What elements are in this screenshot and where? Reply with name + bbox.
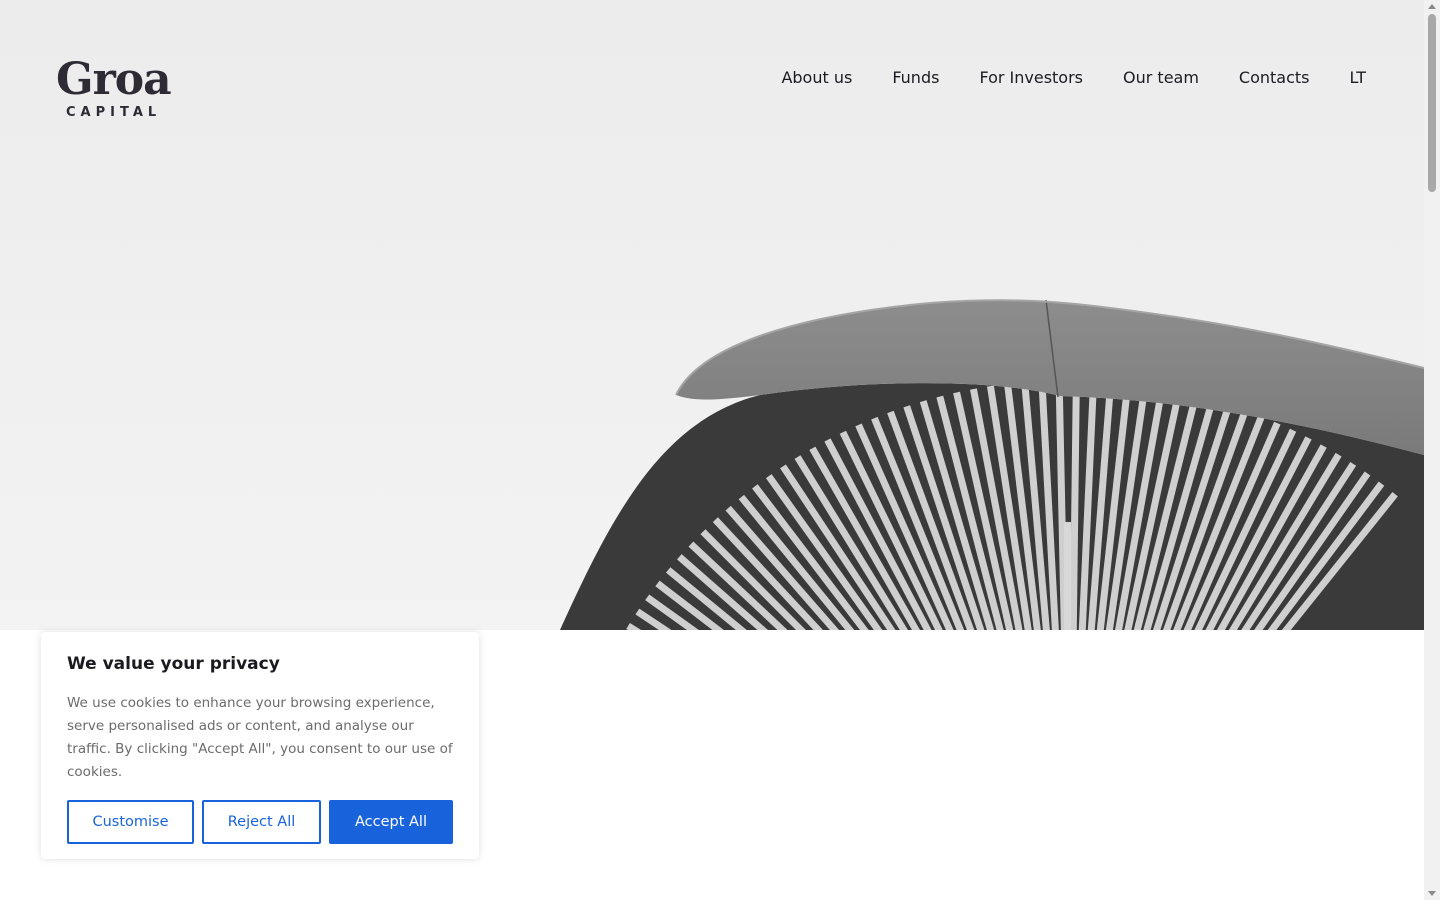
logo-subline: CAPITAL [66, 105, 162, 120]
cookie-consent-banner: We value your privacy We use cookies to … [41, 632, 479, 859]
building-photo [560, 299, 1424, 630]
logo[interactable]: Groa CAPITAL [56, 54, 172, 121]
scroll-up-icon[interactable] [1428, 4, 1436, 9]
customise-button[interactable]: Customise [67, 800, 194, 844]
nav-about-us[interactable]: About us [781, 68, 852, 87]
nav-funds[interactable]: Funds [892, 68, 939, 87]
scroll-down-icon[interactable] [1428, 891, 1436, 896]
accept-all-button[interactable]: Accept All [329, 800, 453, 844]
scrollbar-thumb[interactable] [1428, 14, 1436, 192]
cookie-buttons: Customise Reject All Accept All [67, 800, 453, 844]
nav-contacts[interactable]: Contacts [1239, 68, 1310, 87]
hero-image: Groa CAPITAL About us Funds For Investor… [0, 0, 1424, 630]
nav-for-investors[interactable]: For Investors [979, 68, 1083, 87]
reject-all-button[interactable]: Reject All [202, 800, 321, 844]
language-switch[interactable]: LT [1350, 68, 1366, 87]
main-nav: About us Funds For Investors Our team Co… [741, 68, 1366, 87]
cookie-title: We value your privacy [67, 654, 280, 674]
page-scrollbar[interactable] [1424, 0, 1440, 900]
cookie-description: We use cookies to enhance your browsing … [67, 695, 453, 780]
nav-our-team[interactable]: Our team [1123, 68, 1199, 87]
logo-wordmark: Groa [56, 54, 172, 105]
